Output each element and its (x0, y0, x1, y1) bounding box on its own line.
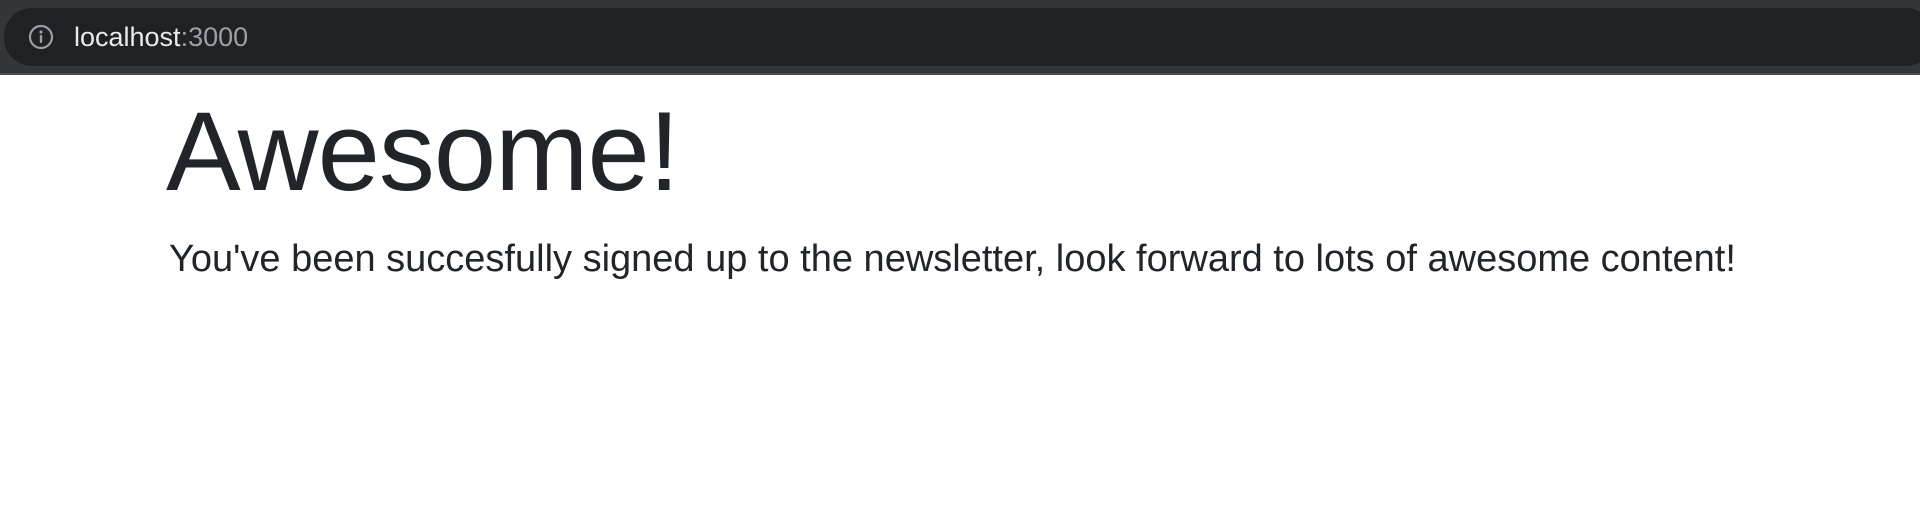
url-port: :3000 (180, 22, 249, 52)
page-content: Awesome! You've been succesfully signed … (0, 75, 1920, 524)
page-title: Awesome! (166, 89, 680, 214)
confirmation-message: You've been succesfully signed up to the… (169, 238, 1736, 280)
browser-toolbar: localhost:3000 (0, 0, 1920, 75)
address-bar[interactable]: localhost:3000 (4, 8, 1920, 66)
url-host: localhost (74, 22, 181, 52)
url-text[interactable]: localhost:3000 (74, 20, 248, 54)
info-icon[interactable] (26, 22, 56, 52)
